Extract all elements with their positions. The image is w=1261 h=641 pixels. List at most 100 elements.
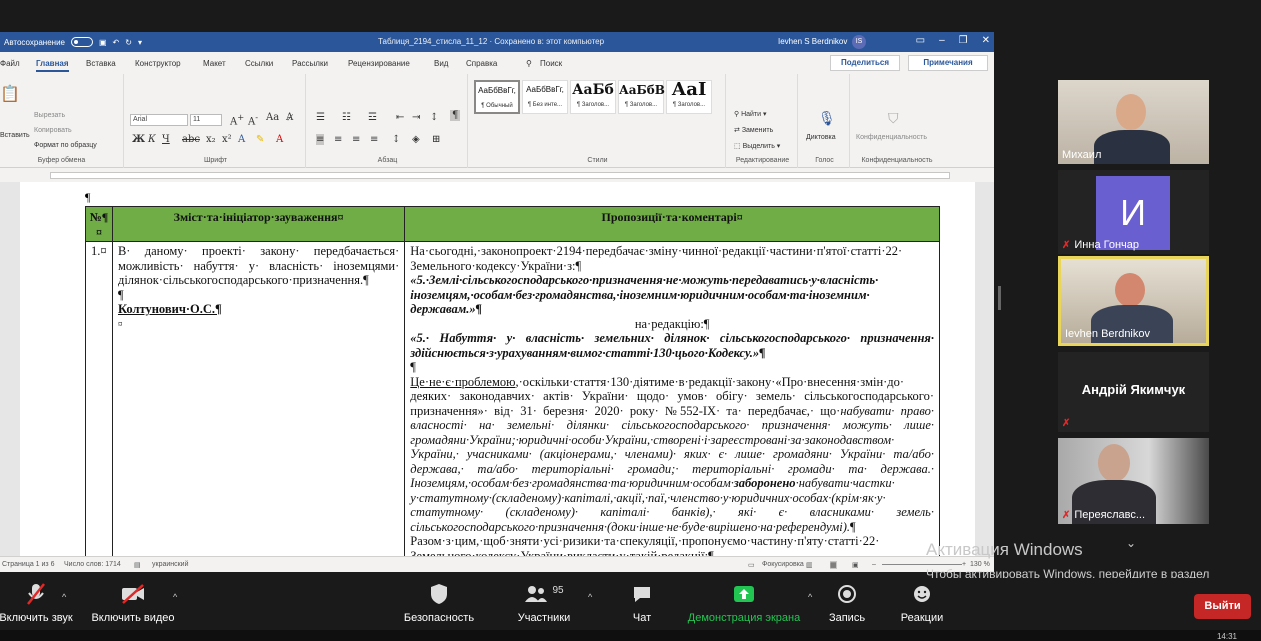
tab-references[interactable]: Ссылки xyxy=(245,59,273,68)
status-proofing-icon[interactable]: ▤ xyxy=(134,561,141,569)
underline-icon[interactable]: Ч xyxy=(162,134,170,145)
save-icon[interactable]: ▣ xyxy=(99,38,107,47)
close-icon[interactable]: ✕ xyxy=(982,35,990,46)
decrease-indent-icon[interactable]: ⇤ xyxy=(396,112,404,123)
text-effects-icon[interactable]: A xyxy=(238,134,245,145)
style-heading-2[interactable]: АаБбВ ¶ Заголов... xyxy=(618,80,665,114)
font-size-field[interactable]: 11 xyxy=(190,114,222,126)
sort-icon[interactable]: ↕ xyxy=(430,112,438,123)
ribbon-options-icon[interactable]: ▭ xyxy=(916,35,925,46)
document-page[interactable]: ¶ №¶ ¤ Зміст·та·ініціатор·зауваження¤ Пр… xyxy=(20,182,975,556)
video-options-chevron[interactable]: ^ xyxy=(173,592,177,602)
bullets-icon[interactable]: ☰ xyxy=(316,112,325,123)
tab-insert[interactable]: Вставка xyxy=(86,59,116,68)
tab-view[interactable]: Вид xyxy=(434,59,448,68)
share-options-chevron[interactable]: ^ xyxy=(808,592,812,602)
select-button[interactable]: ⬚ Выделить ▾ xyxy=(734,142,780,150)
replace-button[interactable]: ⇄ Заменить xyxy=(734,126,773,134)
minimize-icon[interactable]: – xyxy=(939,35,945,46)
microphone-icon[interactable]: 🎙 xyxy=(818,110,836,127)
participants-button[interactable]: 95 Участники xyxy=(508,578,580,625)
subscript-icon[interactable]: x₂ xyxy=(206,134,216,145)
format-painter-button[interactable]: Формат по образцу xyxy=(34,142,97,149)
user-avatar[interactable]: IS xyxy=(852,35,866,49)
shading-icon[interactable]: ◈ xyxy=(412,134,420,145)
comments-table[interactable]: №¶ ¤ Зміст·та·ініціатор·зауваження¤ Проп… xyxy=(85,206,940,556)
style-heading-1[interactable]: АаБб ¶ Заголов... xyxy=(570,80,616,114)
style-heading-3[interactable]: АаI ¶ Заголов... xyxy=(666,80,712,114)
autosave-toggle[interactable] xyxy=(70,37,93,47)
paste-icon[interactable]: 📋 xyxy=(0,84,20,104)
style-normal[interactable]: АаБбВвГг, ¶ Обычный xyxy=(474,80,520,114)
comments-button[interactable]: Примечания xyxy=(908,55,988,71)
shield-icon[interactable]: ⛉ xyxy=(888,110,899,127)
audio-options-chevron[interactable]: ^ xyxy=(62,592,66,602)
zoom-out-icon[interactable]: – xyxy=(872,561,876,568)
share-screen-button[interactable]: Демонстрация экрана xyxy=(684,578,804,624)
font-name-field[interactable]: Arial xyxy=(130,114,188,126)
cut-button[interactable]: Вырезать xyxy=(34,112,65,119)
multilevel-icon[interactable]: ☲ xyxy=(368,112,377,123)
proposal-cell[interactable]: На·сьогодні,·законопроект·2194·передбача… xyxy=(405,242,939,556)
paste-button[interactable]: Вставить xyxy=(0,132,30,139)
tab-layout[interactable]: Макет xyxy=(203,59,226,68)
chat-button[interactable]: Чат xyxy=(620,578,664,624)
customize-icon[interactable]: ▾ xyxy=(138,38,142,47)
justify-icon[interactable]: ≡ xyxy=(370,134,378,145)
tab-mailings[interactable]: Рассылки xyxy=(292,59,328,68)
copy-button[interactable]: Копировать xyxy=(34,127,72,134)
dictate-button[interactable]: Диктовка xyxy=(806,134,836,141)
redo-icon[interactable]: ↻ xyxy=(125,38,132,47)
tab-design[interactable]: Конструктор xyxy=(135,59,181,68)
increase-indent-icon[interactable]: ⇥ xyxy=(412,112,420,123)
borders-icon[interactable]: ⊞ xyxy=(432,134,440,145)
read-mode-icon[interactable]: ▥ xyxy=(806,561,813,569)
participant-tile-inna[interactable]: И ✗ Инна Гончар xyxy=(1058,170,1209,254)
security-button[interactable]: Безопасность xyxy=(396,578,482,624)
tab-home[interactable]: Главная xyxy=(36,59,69,72)
reactions-button[interactable]: Реакции xyxy=(894,578,950,624)
split-handle[interactable] xyxy=(998,286,1001,310)
clear-format-icon[interactable]: A̷ xyxy=(286,112,293,123)
change-case-icon[interactable]: Aa xyxy=(266,112,279,123)
remark-cell[interactable]: В· даному· проекті· закону· передбачаєть… xyxy=(113,242,406,556)
document-area[interactable]: ¶ №¶ ¤ Зміст·та·ініціатор·зауваження¤ Пр… xyxy=(0,182,994,556)
focus-icon[interactable]: ▭ xyxy=(748,561,755,569)
status-focus[interactable]: Фокусировка xyxy=(762,561,804,568)
grow-font-icon[interactable]: A+ xyxy=(230,112,244,127)
print-layout-icon[interactable]: ▦ xyxy=(830,561,837,569)
align-left-icon[interactable]: ≡ xyxy=(316,134,325,145)
search-icon[interactable]: ⚲ xyxy=(526,59,532,68)
font-color-icon[interactable]: A xyxy=(276,134,283,145)
participant-tile-mikhail[interactable]: Михаил xyxy=(1058,80,1209,164)
line-spacing-icon[interactable]: ↕ xyxy=(392,134,400,145)
highlight-icon[interactable]: ✎ xyxy=(256,134,264,145)
strike-icon[interactable]: abc xyxy=(182,134,200,145)
show-marks-icon[interactable]: ¶ xyxy=(450,110,461,121)
ruler[interactable] xyxy=(0,168,994,182)
user-name[interactable]: Ievhen S Berdnikov xyxy=(778,37,847,46)
record-button[interactable]: Запись xyxy=(822,578,872,624)
web-layout-icon[interactable]: ▣ xyxy=(852,561,859,569)
status-language[interactable]: украинский xyxy=(152,561,189,568)
start-video-button[interactable]: Включить видео xyxy=(86,578,180,624)
sensitivity-button[interactable]: Конфиденциальность xyxy=(856,134,927,141)
participants-options-chevron[interactable]: ^ xyxy=(588,592,592,602)
status-words[interactable]: Число слов: 1714 xyxy=(64,561,121,568)
leave-button[interactable]: Выйти xyxy=(1194,594,1251,619)
tab-file[interactable]: Файл xyxy=(0,59,20,68)
numbering-icon[interactable]: ☷ xyxy=(342,112,351,123)
participant-tile-ievhen-active[interactable]: Ievhen Berdnikov xyxy=(1058,256,1209,346)
share-button[interactable]: Поделиться xyxy=(830,55,900,71)
tab-help[interactable]: Справка xyxy=(466,59,497,68)
participant-tile-pereiaslav[interactable]: ✗ Переяславс... xyxy=(1058,438,1209,524)
status-page[interactable]: Страница 1 из 6 xyxy=(2,561,54,568)
maximize-icon[interactable]: ❐ xyxy=(959,35,968,46)
align-right-icon[interactable]: ≡ xyxy=(352,134,360,145)
bold-icon[interactable]: Ж xyxy=(132,134,145,145)
superscript-icon[interactable]: x² xyxy=(222,134,232,145)
participant-tile-andrii[interactable]: Андрій Якимчук ✗ xyxy=(1058,352,1209,432)
align-center-icon[interactable]: ≡ xyxy=(334,134,342,145)
tab-review[interactable]: Рецензирование xyxy=(348,59,410,68)
italic-icon[interactable]: К xyxy=(148,134,156,145)
